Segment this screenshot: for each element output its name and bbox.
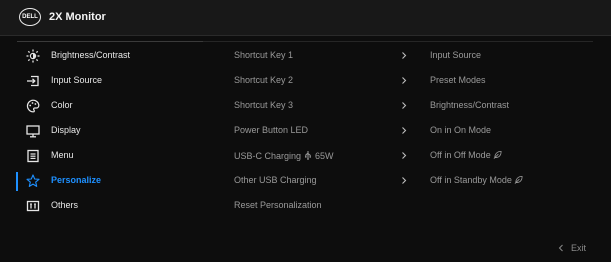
- logo-text: DELL: [22, 14, 38, 20]
- power-plug-icon: [305, 151, 312, 160]
- eco-leaf-icon: [493, 150, 502, 159]
- exit-label: Exit: [571, 243, 587, 253]
- option-label: Other USB Charging: [234, 175, 317, 185]
- dell-logo: DELL: [19, 8, 41, 26]
- option-label: USB-C Charging 65W: [234, 150, 334, 161]
- exit-button[interactable]: Exit: [558, 243, 587, 253]
- option-value: Brightness/Contrast: [430, 100, 510, 110]
- eco-leaf-icon: [514, 175, 523, 184]
- option-row-shortcut-key-2[interactable]: Shortcut Key 2 Preset Modes: [0, 69, 611, 94]
- usb-c-wattage: 65W: [315, 151, 334, 161]
- option-value: Off in Off Mode: [430, 150, 502, 160]
- option-row-shortcut-key-3[interactable]: Shortcut Key 3 Brightness/Contrast: [0, 94, 611, 119]
- option-value-text: Off in Off Mode: [430, 150, 491, 160]
- option-value-text: Off in Standby Mode: [430, 175, 512, 185]
- option-value: Off in Standby Mode: [430, 175, 523, 185]
- option-row-usb-c-charging[interactable]: USB-C Charging 65W Off in Off Mode: [0, 144, 611, 169]
- content-divider: [203, 41, 593, 42]
- option-label: Shortcut Key 3: [234, 100, 294, 110]
- option-row-shortcut-key-1[interactable]: Shortcut Key 1 Input Source: [0, 44, 611, 69]
- option-label: Reset Personalization: [234, 200, 322, 210]
- option-value: Input Source: [430, 50, 482, 60]
- osd-header: DELL 2X Monitor: [0, 0, 611, 35]
- option-value: On in On Mode: [430, 125, 492, 135]
- monitor-title: 2X Monitor: [49, 11, 106, 23]
- chevron-right-icon: [402, 102, 407, 109]
- option-row-reset-personalization[interactable]: Reset Personalization: [0, 194, 611, 219]
- option-label: Power Button LED: [234, 125, 309, 135]
- option-label: Shortcut Key 1: [234, 50, 294, 60]
- chevron-right-icon: [402, 127, 407, 134]
- option-label: Shortcut Key 2: [234, 75, 294, 85]
- chevron-left-icon: [558, 244, 563, 252]
- chevron-right-icon: [402, 177, 407, 184]
- chevron-right-icon: [402, 77, 407, 84]
- header-divider: [0, 35, 611, 36]
- monitor-osd: DELL 2X Monitor Brightness/Contrast Inpu…: [0, 0, 611, 262]
- option-row-power-button-led[interactable]: Power Button LED On in On Mode: [0, 119, 611, 144]
- option-row-other-usb-charging[interactable]: Other USB Charging Off in Standby Mode: [0, 169, 611, 194]
- option-value: Preset Modes: [430, 75, 486, 85]
- usb-c-label: USB-C Charging: [234, 151, 302, 161]
- chevron-right-icon: [402, 52, 407, 59]
- chevron-right-icon: [402, 152, 407, 159]
- menu-divider: [17, 41, 203, 42]
